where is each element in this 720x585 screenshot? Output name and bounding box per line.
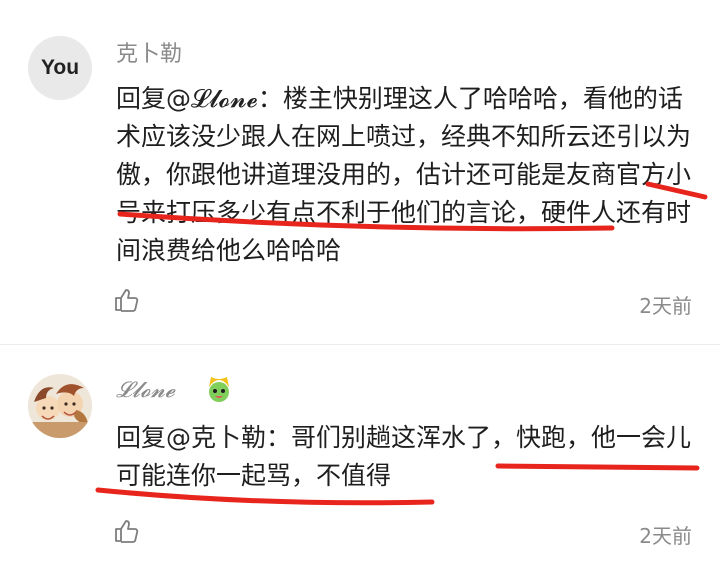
avatar-illustration bbox=[28, 374, 92, 438]
reply-prefix: 回复 bbox=[116, 423, 167, 452]
comment-item: 𝓛𝓵𝓸𝓷𝓮 回复@克卜勒：哥们别趟这浑水了，快跑，他一会儿可能连你一起骂，不值得… bbox=[0, 345, 720, 585]
mention-link[interactable]: @𝓛𝓵𝓸𝓷𝓮 bbox=[166, 84, 258, 113]
comment-text: 回复@克卜勒：哥们别趟这浑水了，快跑，他一会儿可能连你一起骂，不值得 bbox=[116, 419, 696, 495]
mention-link[interactable]: @克卜勒 bbox=[166, 423, 266, 452]
avatar[interactable]: You bbox=[28, 36, 92, 100]
avatar[interactable] bbox=[28, 374, 92, 438]
timestamp: 2天前 bbox=[639, 294, 692, 318]
like-icon[interactable] bbox=[113, 287, 139, 313]
like-icon[interactable] bbox=[113, 518, 139, 544]
comment-text: 回复@𝓛𝓵𝓸𝓷𝓮：楼主快别理这人了哈哈哈，看他的话术应该没少跟人在网上喷过，经典… bbox=[116, 80, 696, 270]
comment-item: You 克卜勒 回复@𝓛𝓵𝓸𝓷𝓮：楼主快别理这人了哈哈哈，看他的话术应该没少跟人… bbox=[0, 0, 720, 345]
green-badge-icon bbox=[209, 377, 229, 402]
timestamp: 2天前 bbox=[639, 524, 692, 548]
username[interactable]: 𝓛𝓵𝓸𝓷𝓮 bbox=[116, 378, 175, 403]
avatar-label: You bbox=[40, 56, 80, 79]
reply-prefix: 回复 bbox=[116, 84, 167, 113]
username[interactable]: 克卜勒 bbox=[116, 36, 182, 68]
